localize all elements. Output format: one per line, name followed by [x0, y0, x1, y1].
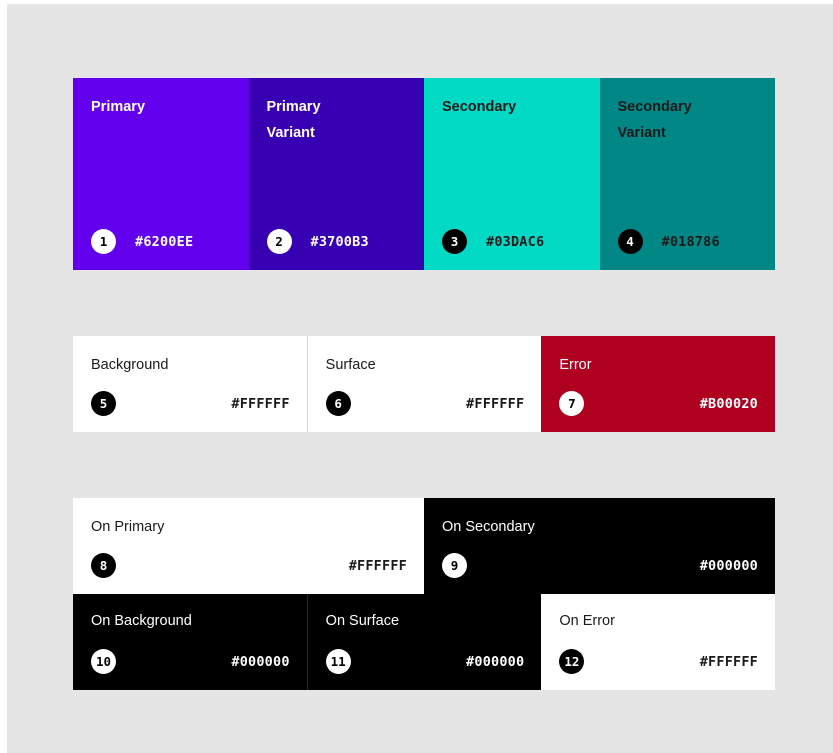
swatch-hex-code: #FFFFFF	[231, 396, 290, 412]
swatch-number-badge: 1	[91, 229, 116, 254]
palette-row-primary-secondary: Primary 1 #6200EE Primary Variant 2 #370…	[73, 78, 775, 270]
swatch-on-secondary: On Secondary 9 #000000	[424, 498, 775, 594]
swatch-number-badge: 7	[559, 391, 585, 416]
palette-row-background-surface-error: Background 5 #FFFFFF Surface 6 #FFFFFF E…	[73, 336, 776, 432]
swatch-background: Background 5 #FFFFFF	[73, 336, 307, 432]
swatch-number-badge: 4	[617, 229, 643, 254]
swatch-label: On Surface	[325, 613, 400, 629]
palette-row-on-background-on-surface-on-error: On Background 10 #000000 On Surface 11 #…	[73, 594, 776, 690]
swatch-number-badge: 8	[91, 553, 116, 578]
swatch-label: Background	[91, 357, 169, 373]
swatch-number-badge: 2	[266, 229, 292, 254]
swatch-label: Primary	[91, 99, 146, 115]
swatch-primary-variant: Primary Variant 2 #3700B3	[248, 78, 424, 270]
swatch-label: Error	[559, 357, 592, 373]
swatch-hex-code: #B00020	[699, 396, 759, 412]
swatch-on-surface: On Surface 11 #000000	[306, 594, 542, 690]
swatch-label: Primary Variant	[266, 99, 321, 141]
swatch-hex-code: #6200EE	[135, 234, 194, 250]
swatch-surface: Surface 6 #FFFFFF	[306, 336, 542, 432]
swatch-label: On Error	[559, 613, 615, 629]
swatch-hex-code: #000000	[466, 654, 525, 670]
swatch-on-error: On Error 12 #FFFFFF	[541, 594, 776, 690]
swatch-hex-code: #FFFFFF	[699, 654, 759, 670]
swatch-on-primary: On Primary 8 #FFFFFF	[73, 498, 424, 594]
swatch-hex-code: #3700B3	[310, 234, 369, 250]
swatch-number-badge: 5	[91, 391, 116, 416]
swatch-hex-code: #000000	[231, 654, 290, 670]
swatch-on-background: On Background 10 #000000	[73, 594, 307, 690]
swatch-hex-code: #018786	[661, 234, 720, 250]
swatch-hex-code: #000000	[699, 558, 758, 574]
swatch-number-badge: 6	[325, 391, 351, 416]
swatch-secondary-variant: Secondary Variant 4 #018786	[599, 78, 775, 270]
swatch-label: Surface	[325, 357, 376, 373]
swatch-label: On Primary	[91, 519, 165, 535]
swatch-number-badge: 10	[91, 649, 116, 674]
swatch-hex-code: #FFFFFF	[348, 558, 407, 574]
swatch-number-badge: 11	[325, 649, 351, 674]
swatch-label: On Background	[91, 613, 192, 629]
swatch-label: On Secondary	[442, 519, 535, 535]
swatch-label: Secondary Variant	[617, 99, 692, 141]
swatch-label: Secondary	[442, 99, 517, 115]
swatch-hex-code: #03DAC6	[486, 234, 545, 250]
swatch-primary: Primary 1 #6200EE	[73, 78, 249, 270]
swatch-number-badge: 3	[442, 229, 467, 254]
palette-row-on-primary-on-secondary: On Primary 8 #FFFFFF On Secondary 9 #000…	[73, 498, 775, 594]
swatch-secondary: Secondary 3 #03DAC6	[424, 78, 600, 270]
swatch-hex-code: #FFFFFF	[466, 396, 525, 412]
swatch-number-badge: 9	[442, 553, 467, 578]
swatch-error: Error 7 #B00020	[541, 336, 776, 432]
swatch-number-badge: 12	[559, 649, 585, 674]
